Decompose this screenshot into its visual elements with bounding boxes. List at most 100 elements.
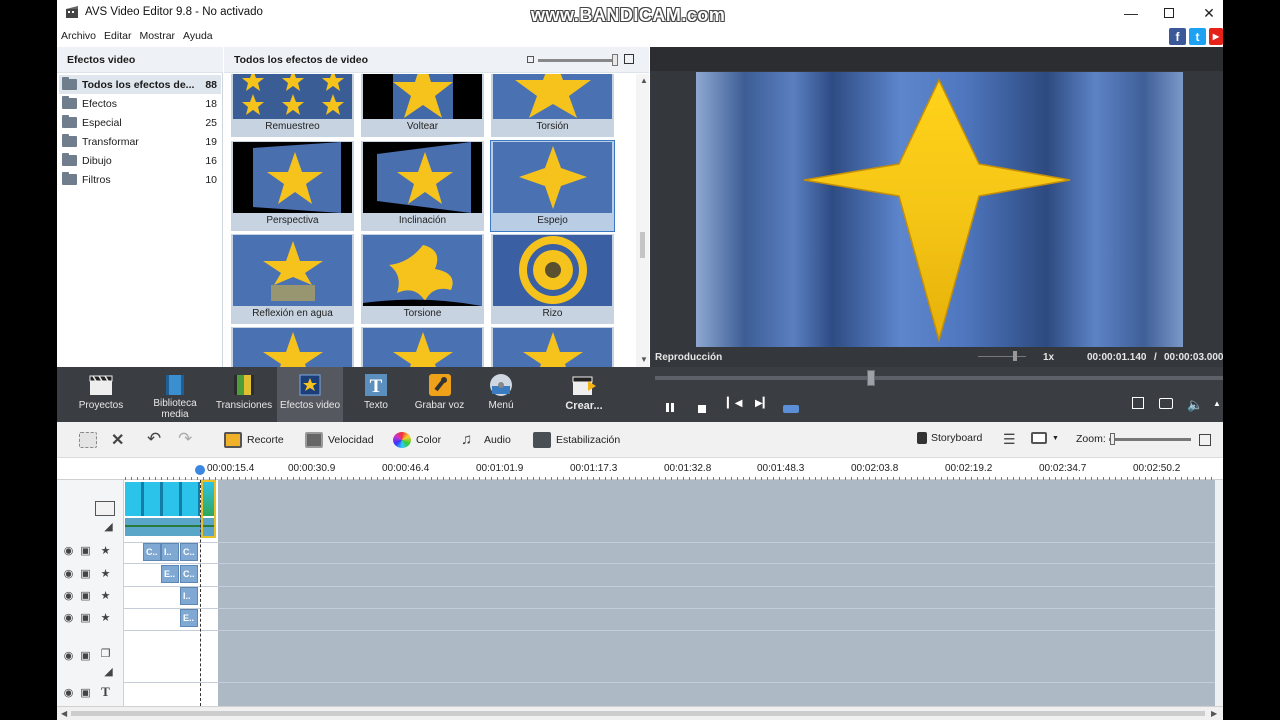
twitter-icon[interactable]: t [1189, 28, 1206, 45]
effect-clip[interactable]: I.. [180, 587, 198, 605]
gallery-scrollbar[interactable]: ▲ ▼ [636, 74, 649, 367]
effect-tile[interactable] [361, 327, 484, 367]
menu-archivo[interactable]: Archivo [57, 27, 100, 42]
media-library-button[interactable]: Biblioteca media [145, 367, 205, 422]
delete-button[interactable]: ✕ [111, 430, 124, 450]
minimize-button[interactable]: — [1111, 0, 1151, 26]
visibility-eye-icon[interactable]: ◉ [62, 613, 75, 624]
volume-expand-button[interactable]: ▲ [1213, 399, 1221, 408]
scroll-down-icon[interactable]: ▼ [640, 355, 648, 364]
slider-thumb[interactable] [612, 54, 618, 66]
lock-icon[interactable]: ▣ [79, 546, 92, 557]
effect-tile-torsion[interactable]: Torsión [491, 74, 614, 137]
menu-mostrar[interactable]: Mostrar [135, 27, 179, 42]
lock-icon[interactable]: ▣ [79, 651, 92, 662]
effect-tile-voltear[interactable]: Voltear [361, 74, 484, 137]
effect-tile-rizo[interactable]: Rizo [491, 234, 614, 324]
pause-button[interactable] [666, 400, 674, 415]
fullscreen-button[interactable] [1132, 397, 1144, 412]
tracks-scrollbar[interactable] [1215, 480, 1223, 706]
facebook-icon[interactable]: f [1169, 28, 1186, 45]
transitions-button[interactable]: Transiciones [214, 367, 274, 422]
color-button[interactable]: Color [393, 432, 441, 448]
scroll-up-icon[interactable]: ▲ [640, 76, 648, 85]
visibility-eye-icon[interactable]: ◉ [62, 546, 75, 557]
visibility-eye-icon[interactable]: ◉ [62, 688, 75, 699]
fit-timeline-icon[interactable] [1199, 434, 1211, 446]
effect-clip[interactable]: C.. [180, 543, 198, 561]
effect-clip[interactable]: C.. [180, 565, 198, 583]
playback-scrubber[interactable] [655, 376, 1223, 380]
effect-tile[interactable] [231, 327, 354, 367]
category-filtros[interactable]: Filtros 10 [59, 170, 221, 189]
effect-tile[interactable] [491, 327, 614, 367]
stop-button[interactable] [698, 401, 706, 416]
lock-icon[interactable]: ▣ [79, 688, 92, 699]
visibility-eye-icon[interactable]: ◉ [62, 651, 75, 662]
audio-button[interactable]: ♫ Audio [461, 432, 511, 448]
trim-button[interactable]: Recorte [224, 432, 284, 448]
speed-slider-thumb[interactable] [1013, 351, 1017, 361]
effect-clip[interactable]: E.. [180, 609, 198, 627]
storyboard-button[interactable]: Storyboard [917, 432, 982, 444]
next-frame-button[interactable]: ▶▎ [755, 398, 770, 409]
scroll-thumb[interactable] [71, 711, 1205, 716]
zoom-slider-thumb[interactable] [1110, 433, 1115, 445]
maximize-button[interactable] [1149, 0, 1189, 26]
small-thumbnails-icon[interactable] [527, 56, 534, 63]
playhead-handle[interactable] [195, 465, 205, 475]
effect-tile-inclinacion[interactable]: Inclinación [361, 141, 484, 231]
visibility-eye-icon[interactable]: ◉ [62, 591, 75, 602]
previous-frame-button[interactable]: ▎◀ [727, 398, 742, 409]
zoom-slider[interactable] [1109, 438, 1191, 441]
menu-button[interactable]: Menú [477, 367, 525, 422]
speed-slider[interactable] [978, 356, 1026, 357]
video-preview[interactable] [696, 72, 1183, 347]
effect-tile-remuestreo[interactable]: Remuestreo [231, 74, 354, 137]
lock-icon[interactable]: ▣ [79, 569, 92, 580]
lock-icon[interactable]: ▣ [79, 613, 92, 624]
effect-tile-reflexion-en-agua[interactable]: Reflexión en agua [231, 234, 354, 324]
menu-editar[interactable]: Editar [100, 27, 135, 42]
category-dibujo[interactable]: Dibujo 16 [59, 151, 221, 170]
menu-ayuda[interactable]: Ayuda [179, 27, 217, 42]
text-button[interactable]: T Texto [352, 367, 400, 422]
video-clip[interactable] [125, 482, 200, 516]
category-all-effects[interactable]: Todos los efectos de... 88 [59, 75, 221, 94]
record-voice-button[interactable]: Grabar voz [412, 367, 467, 422]
scroll-thumb[interactable] [640, 232, 645, 258]
loop-button[interactable] [783, 401, 799, 416]
effect-clip[interactable]: E.. [161, 565, 179, 583]
video-effects-button[interactable]: Efectos video [277, 367, 343, 422]
effect-tile-perspectiva[interactable]: Perspectiva [231, 141, 354, 231]
effect-clip[interactable]: C.. [143, 543, 161, 561]
audio-mute-icon[interactable]: ◢ [102, 667, 115, 678]
close-button[interactable]: ✕ [1189, 0, 1223, 26]
display-options-button[interactable]: ▼ [1031, 432, 1059, 444]
redo-button[interactable]: ↷ [178, 429, 192, 449]
effect-tile-torsione[interactable]: Torsione [361, 234, 484, 324]
youtube-icon[interactable]: ▶ [1209, 28, 1223, 45]
effect-tile-espejo[interactable]: Espejo [490, 140, 615, 232]
timeline-ruler[interactable]: 00:00:15.4 00:00:30.9 00:00:46.4 00:01:0… [57, 458, 1223, 480]
lock-icon[interactable]: ▣ [79, 591, 92, 602]
large-thumbnails-icon[interactable] [624, 54, 634, 64]
undo-button[interactable]: ↶ [147, 429, 161, 449]
volume-button[interactable]: 🔈 [1187, 397, 1203, 413]
visibility-eye-icon[interactable]: ◉ [62, 569, 75, 580]
scroll-left-icon[interactable]: ◀ [61, 709, 67, 718]
projects-button[interactable]: Proyectos [71, 367, 131, 422]
scroll-right-icon[interactable]: ▶ [1211, 709, 1217, 718]
stabilization-button[interactable]: Estabilización [533, 432, 620, 448]
select-all-button[interactable] [79, 432, 102, 448]
timeline-horizontal-scrollbar[interactable]: ◀ ▶ [57, 706, 1223, 720]
audio-mute-icon[interactable]: ◢ [102, 522, 115, 533]
effect-clip[interactable]: I.. [161, 543, 179, 561]
category-efectos[interactable]: Efectos 18 [59, 94, 221, 113]
snapshot-button[interactable] [1159, 397, 1173, 412]
audio-mixer-button[interactable]: ☰ [1003, 431, 1016, 448]
thumbnail-size-slider[interactable] [538, 59, 618, 62]
create-button[interactable]: Crear... [554, 367, 614, 422]
scrubber-thumb[interactable] [867, 370, 875, 386]
category-especial[interactable]: Especial 25 [59, 113, 221, 132]
